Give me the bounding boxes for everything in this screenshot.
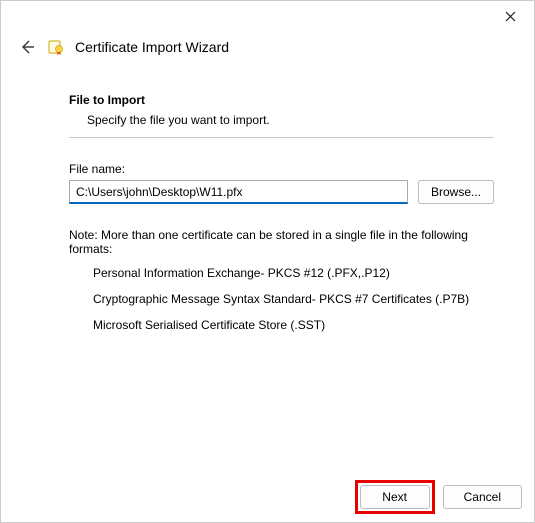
filename-label: File name: — [69, 162, 494, 176]
back-arrow-icon — [19, 39, 35, 55]
format-list: Personal Information Exchange- PKCS #12 … — [93, 266, 494, 332]
section-heading: File to Import — [69, 93, 494, 107]
cancel-button[interactable]: Cancel — [443, 485, 522, 509]
back-button[interactable] — [17, 37, 37, 57]
footer: Next Cancel — [355, 480, 522, 514]
certificate-icon — [47, 38, 65, 56]
filename-input[interactable] — [69, 180, 408, 204]
divider — [69, 137, 494, 138]
header: Certificate Import Wizard — [1, 31, 534, 75]
close-icon — [505, 11, 516, 22]
section-description: Specify the file you want to import. — [87, 113, 494, 127]
next-highlight: Next — [355, 480, 435, 514]
file-row: Browse... — [69, 180, 494, 204]
format-item: Cryptographic Message Syntax Standard- P… — [93, 292, 494, 306]
note-intro: Note: More than one certificate can be s… — [69, 228, 494, 256]
format-item: Personal Information Exchange- PKCS #12 … — [93, 266, 494, 280]
titlebar — [1, 1, 534, 31]
next-button[interactable]: Next — [360, 485, 430, 509]
page-title: Certificate Import Wizard — [75, 39, 229, 55]
content-area: File to Import Specify the file you want… — [1, 93, 534, 332]
format-item: Microsoft Serialised Certificate Store (… — [93, 318, 494, 332]
browse-button[interactable]: Browse... — [418, 180, 494, 204]
close-button[interactable] — [494, 2, 526, 30]
